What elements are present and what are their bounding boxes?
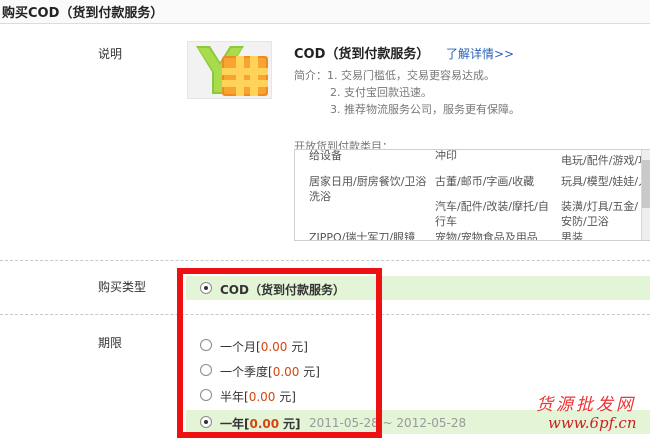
description-label: 说明 (98, 47, 123, 61)
page-title: 购买COD（货到付款服务） (2, 6, 164, 21)
category-item: 冲印 (435, 149, 457, 162)
cod-logo-icon (187, 41, 272, 99)
section-divider (0, 260, 650, 261)
category-list[interactable]: 给设备 冲印 电玩/配件/游戏/攻 居家日用/厨房餐饮/卫浴洗浴 古董/邮币/字… (294, 149, 650, 241)
category-item: 电玩/配件/游戏/攻 (561, 154, 650, 167)
period-label: 期限 (98, 336, 123, 350)
page-header: 购买COD（货到付款服务） (0, 0, 650, 24)
highlight-frame (177, 268, 382, 438)
watermark-url: www.6pf.cn (548, 414, 637, 432)
category-item: 男装 (561, 231, 583, 241)
category-item: 居家日用/厨房餐饮/卫浴洗浴 (309, 175, 427, 203)
category-item: 汽车/配件/改装/摩托/自行车 (435, 200, 549, 228)
category-item: 玩具/模型/娃娃/人 (561, 175, 650, 188)
intro-line-2: 2. 支付宝回款迅速。 (330, 86, 432, 99)
learn-more-link[interactable]: 了解详情>> (446, 45, 514, 62)
category-item: 给设备 (309, 149, 342, 162)
category-item: 古董/邮币/字画/收藏 (435, 175, 535, 188)
intro-line-3: 3. 推荐物流服务公司，服务更有保障。 (330, 103, 520, 116)
category-item: 宠物/宠物食品及用品 (435, 231, 538, 241)
watermark-text: 货源批发网 (536, 395, 636, 415)
category-item: 装潢/灯具/五金/安防/卫浴 (561, 200, 639, 228)
product-title: COD（货到付款服务） (294, 47, 430, 62)
category-item: ZIPPO/瑞士军刀/眼镜 (309, 231, 416, 241)
category-scroll-thumb[interactable] (642, 160, 650, 208)
purchase-type-label: 购买类型 (98, 280, 147, 294)
intro-line-1: 简介：1. 交易门槛低，交易更容易达成。 (294, 69, 495, 82)
